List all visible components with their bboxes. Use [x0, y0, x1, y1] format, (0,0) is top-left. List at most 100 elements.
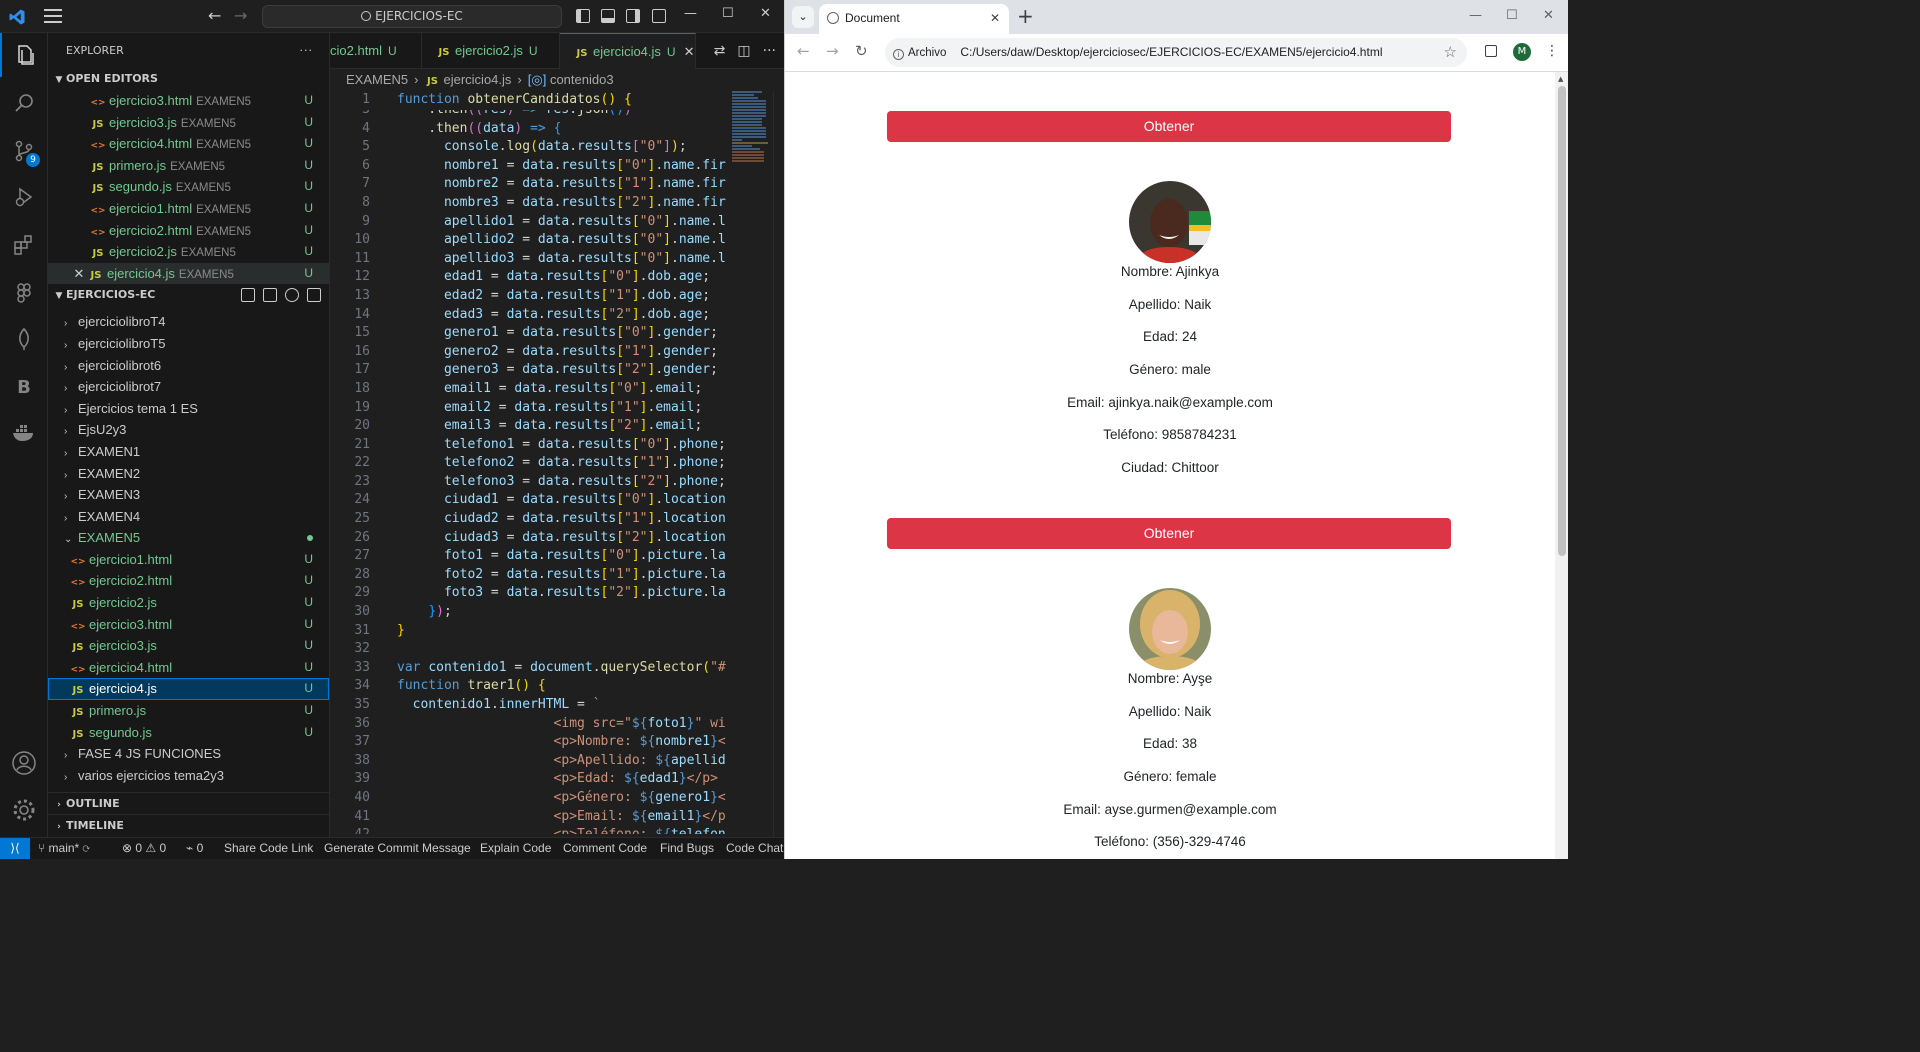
open-editor-item[interactable]: JS primero.js EXAMEN5 U [48, 155, 329, 177]
command-center-search[interactable]: EJERCICIOS-EC [262, 5, 562, 28]
folder-item[interactable]: › EjsU2y3 [48, 419, 329, 441]
code-chat-button[interactable]: Code Chat [726, 838, 783, 859]
back-arrow-icon[interactable]: ← [208, 7, 221, 25]
bootstrap-b-icon[interactable]: B [0, 365, 48, 409]
generate-commit-message-button[interactable]: Generate Commit Message [324, 838, 471, 859]
close-window-icon[interactable]: ✕ [1543, 8, 1554, 23]
file-item[interactable]: <> ejercicio3.html U [48, 614, 329, 636]
editor-scrollbar[interactable] [773, 91, 784, 837]
close-tab-icon[interactable]: ✕ [990, 4, 1000, 32]
info-icon[interactable]: i [893, 49, 904, 60]
file-item[interactable]: <> ejercicio2.html U [48, 570, 329, 592]
back-arrow-icon[interactable]: ← [797, 42, 810, 60]
minimap[interactable] [732, 91, 772, 211]
forward-arrow-icon[interactable]: → [826, 42, 839, 60]
folder-item-expanded[interactable]: ⌄ EXAMEN5 [48, 527, 329, 549]
file-item-selected[interactable]: JS ejercicio4.js U [48, 678, 329, 701]
file-item[interactable]: <> ejercicio4.html U [48, 657, 329, 679]
minimize-icon[interactable]: — [684, 6, 697, 21]
open-editor-item[interactable]: <> ejercicio1.html EXAMEN5 U [48, 198, 329, 220]
figma-icon[interactable] [0, 271, 48, 315]
comment-code-button[interactable]: Comment Code [563, 838, 647, 859]
close-editor-icon[interactable]: ✕ [72, 264, 86, 286]
collapse-all-icon[interactable] [307, 288, 321, 303]
bookmark-star-icon[interactable]: ☆ [1444, 38, 1457, 67]
timeline-section[interactable]: › TIMELINE [48, 814, 329, 836]
new-folder-icon[interactable] [263, 288, 277, 303]
open-editors-section[interactable]: ▼ OPEN EDITORS [48, 68, 329, 90]
reload-icon[interactable]: ↻ [855, 42, 868, 60]
toggle-panel-icon[interactable] [601, 9, 615, 23]
maximize-icon[interactable]: ☐ [1506, 8, 1518, 23]
folder-item[interactable]: › Ejercicios tema 1 ES [48, 398, 329, 420]
folder-item[interactable]: › EXAMEN3 [48, 484, 329, 506]
address-bar[interactable]: i Archivo C:/Users/daw/Desktop/ejerciciose… [885, 38, 1467, 67]
compare-changes-icon[interactable]: ⇄ [714, 43, 726, 59]
folder-item[interactable]: › EXAMEN2 [48, 463, 329, 485]
toggle-secondary-sidebar-icon[interactable] [626, 9, 640, 23]
page-scrollbar[interactable]: ▲ [1555, 72, 1568, 859]
find-bugs-button[interactable]: Find Bugs [660, 838, 714, 859]
customize-layout-icon[interactable] [652, 9, 666, 23]
split-editor-icon[interactable]: ◫ [737, 43, 750, 59]
docker-icon[interactable] [0, 411, 48, 455]
sync-icon[interactable]: ⟳ [83, 841, 90, 855]
outline-section[interactable]: › OUTLINE [48, 792, 329, 814]
new-file-icon[interactable] [241, 288, 255, 303]
open-editor-item[interactable]: <> ejercicio4.html EXAMEN5 U [48, 133, 329, 155]
breadcrumb-symbol[interactable]: contenido3 [550, 72, 614, 87]
scrollbar-thumb[interactable] [1558, 86, 1566, 556]
tab-ejercicio4-js[interactable]: JS ejercicio4.js U ✕ [560, 33, 696, 69]
share-code-link-button[interactable]: Share Code Link [224, 838, 313, 859]
maximize-icon[interactable]: ☐ [722, 6, 734, 21]
problems-indicator[interactable]: ⊗ 0 ⚠ 0 [122, 838, 166, 859]
folder-item[interactable]: › EXAMEN4 [48, 506, 329, 528]
source-control-icon[interactable]: 9 [0, 129, 48, 173]
branch-indicator[interactable]: ⑂ main* ⟳ [38, 838, 90, 859]
folder-item[interactable]: › FASE 4 JS FUNCIONES [48, 743, 329, 765]
open-editor-item-active[interactable]: ✕ JS ejercicio4.js EXAMEN5 U [48, 262, 329, 286]
browser-tab[interactable]: Document ✕ [819, 4, 1009, 34]
more-actions-icon[interactable]: ··· [300, 33, 314, 68]
folder-item[interactable]: › ejerciciolibrot6 [48, 355, 329, 377]
obtener-button-2[interactable]: Obtener [887, 518, 1451, 549]
remote-indicator-icon[interactable]: ⟩⟨ [0, 838, 30, 859]
breadcrumb-file[interactable]: ejercicio4.js [443, 72, 511, 87]
open-editor-item[interactable]: <> ejercicio3.html EXAMEN5 U [48, 90, 329, 112]
side-panel-icon[interactable] [1485, 45, 1497, 57]
open-editor-item[interactable]: JS ejercicio2.js EXAMEN5 U [48, 241, 329, 263]
forward-arrow-icon[interactable]: → [234, 7, 247, 25]
open-editor-item[interactable]: <> ejercicio2.html EXAMEN5 U [48, 220, 329, 242]
run-debug-icon[interactable] [0, 175, 48, 219]
ports-indicator[interactable]: ⌁ 0 [186, 838, 203, 859]
mongodb-leaf-icon[interactable] [0, 317, 48, 361]
explorer-icon[interactable] [0, 33, 48, 77]
tab-ejercicio2-html[interactable]: cio2.html U [330, 33, 422, 69]
file-item[interactable]: JS ejercicio2.js U [48, 592, 329, 614]
more-actions-icon[interactable]: ··· [763, 43, 776, 59]
profile-avatar[interactable]: M [1513, 43, 1531, 61]
new-tab-icon[interactable]: + [1017, 5, 1034, 27]
chrome-menu-icon[interactable]: ⋮ [1545, 43, 1559, 59]
extensions-icon[interactable] [0, 223, 48, 267]
scroll-up-arrow-icon[interactable]: ▲ [1558, 75, 1563, 83]
obtener-button-1[interactable]: Obtener [887, 111, 1451, 142]
workspace-section[interactable]: ▼ EJERCICIOS-EC [48, 284, 329, 306]
file-item[interactable]: <> ejercicio1.html U [48, 549, 329, 571]
folder-item[interactable]: › ejerciciolibroT4 [48, 311, 329, 333]
address-scheme-chip[interactable]: Archivo [908, 47, 946, 59]
code-editor[interactable]: 1function obtenerCandidatos() { 3 .then(… [330, 91, 726, 837]
refresh-icon[interactable] [285, 288, 299, 303]
minimize-icon[interactable]: — [1469, 8, 1482, 23]
breadcrumb-folder[interactable]: EXAMEN5 [346, 72, 408, 87]
toggle-primary-sidebar-icon[interactable] [576, 9, 590, 23]
folder-item[interactable]: › EXAMEN1 [48, 441, 329, 463]
accounts-icon[interactable] [0, 741, 48, 785]
explain-code-button[interactable]: Explain Code [480, 838, 551, 859]
folder-item[interactable]: › ejerciciolibrot7 [48, 376, 329, 398]
tab-ejercicio2-js[interactable]: JS ejercicio2.js U [422, 33, 560, 69]
folder-item[interactable]: › varios ejercicios tema2y3 [48, 765, 329, 787]
file-item[interactable]: JS primero.js U [48, 700, 329, 722]
hamburger-menu-icon[interactable] [44, 9, 62, 23]
tab-search-dropdown-icon[interactable]: ⌄ [792, 6, 814, 28]
